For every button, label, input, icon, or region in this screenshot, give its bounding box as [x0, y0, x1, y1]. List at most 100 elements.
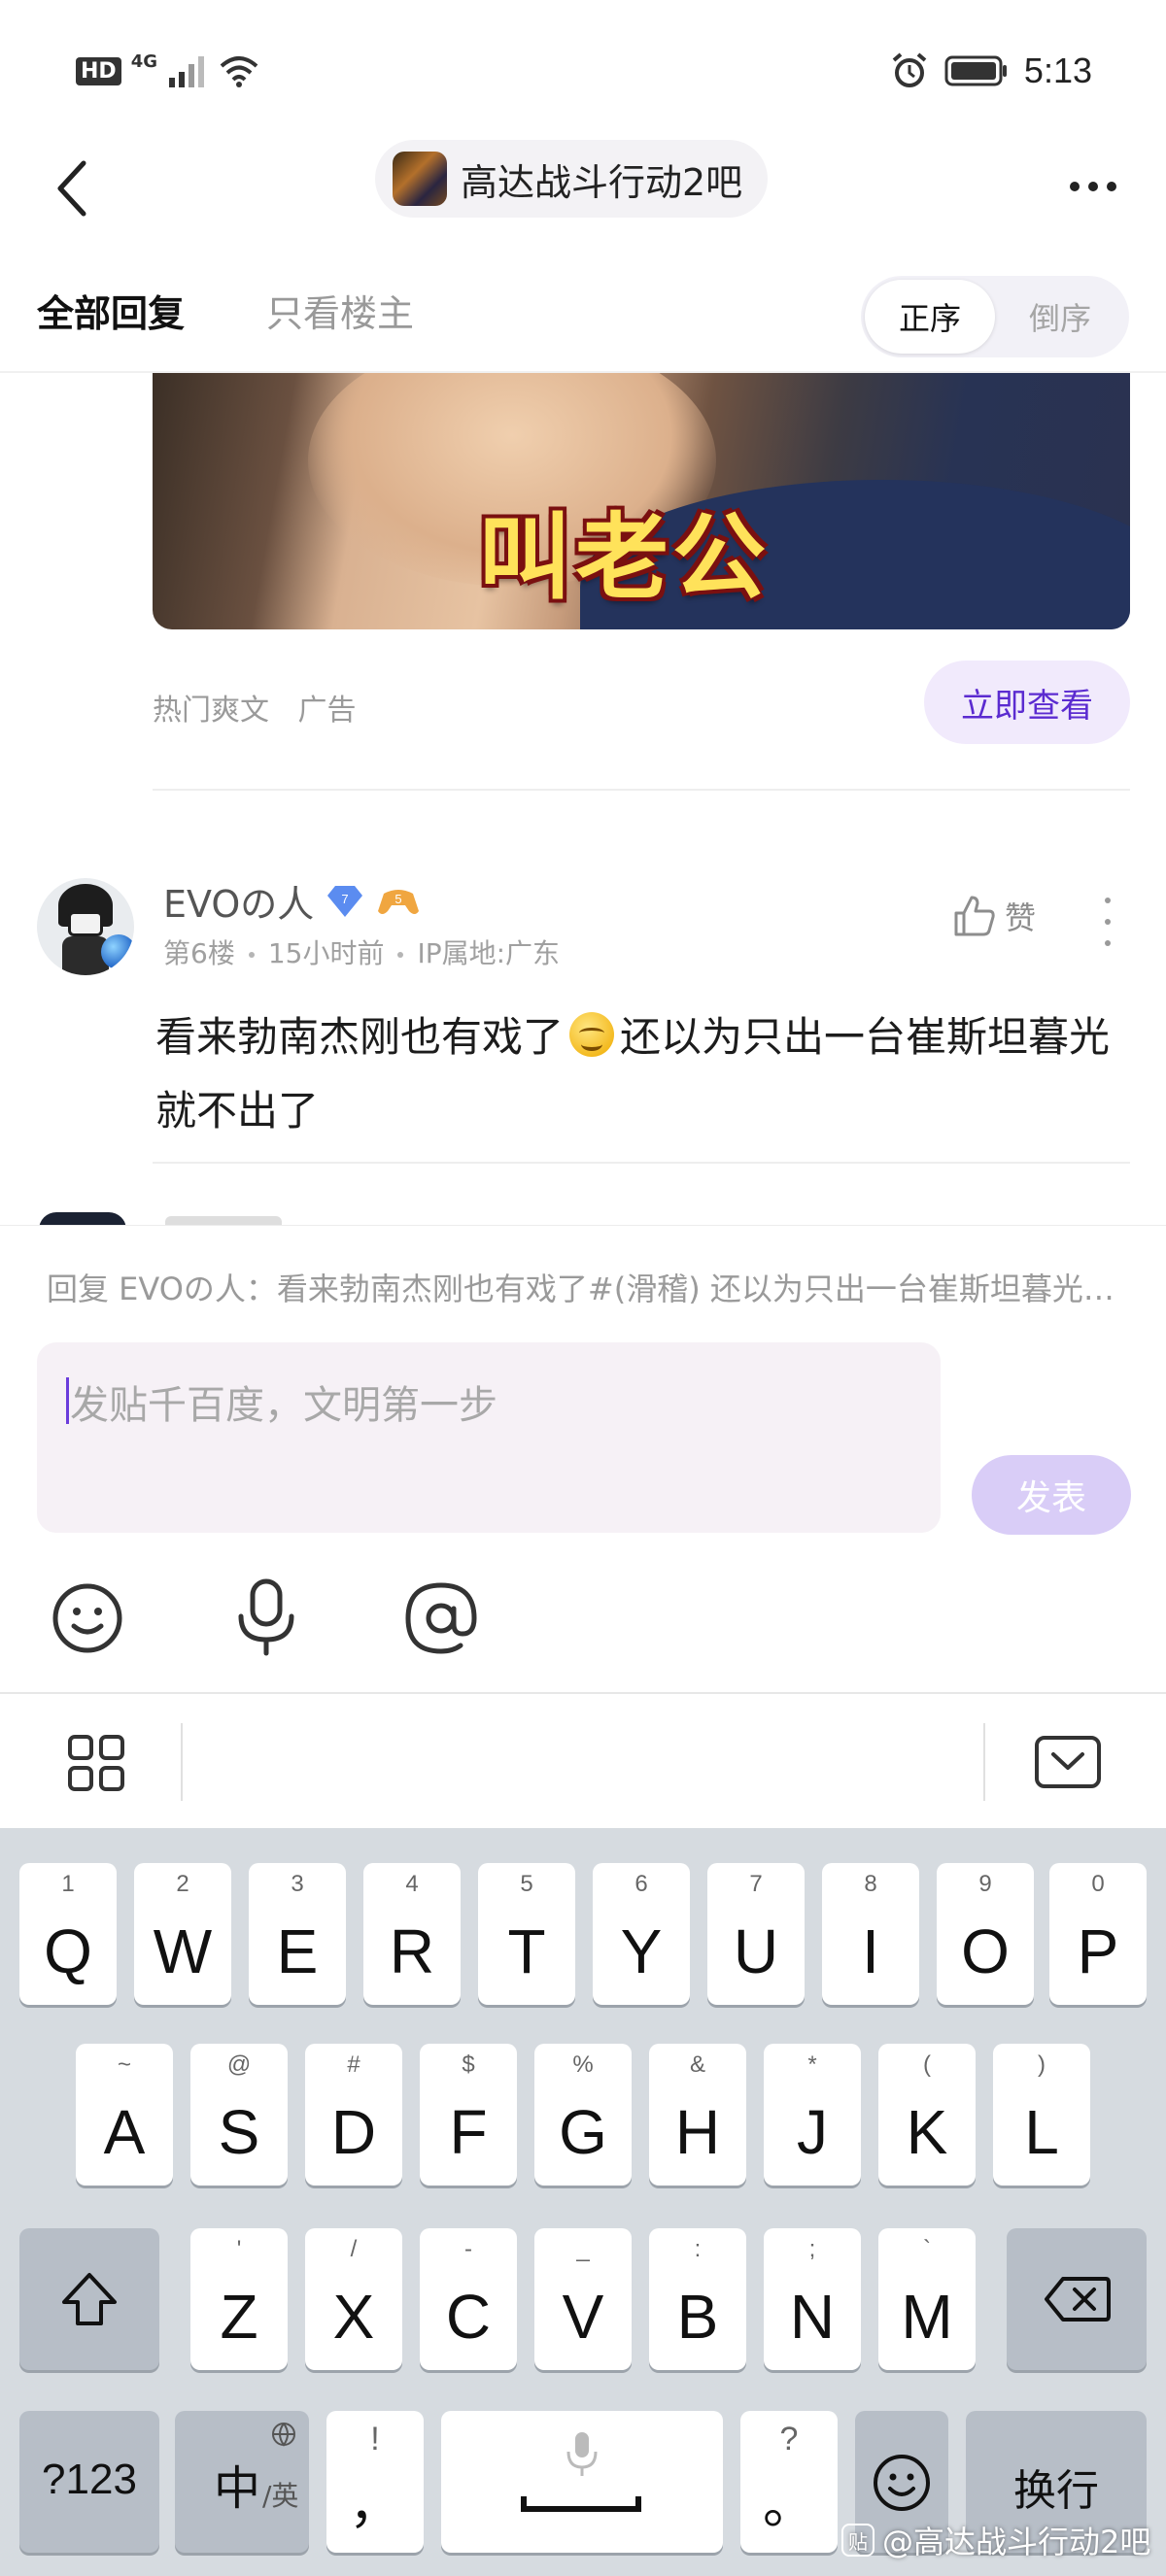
- key-u[interactable]: 7U: [707, 1863, 805, 2005]
- watermark: 贴 @高达战斗行动2吧: [841, 2518, 1150, 2562]
- watermark-text: @高达战斗行动2吧: [882, 2524, 1151, 2560]
- like-button[interactable]: 赞: [952, 894, 1036, 938]
- key-k[interactable]: (K: [878, 2044, 976, 2186]
- keyboard-hide-icon: [1035, 1736, 1101, 1788]
- key-y[interactable]: 6Y: [593, 1863, 690, 2005]
- key-label: M: [901, 2282, 953, 2352]
- hide-keyboard-button[interactable]: [1034, 1735, 1102, 1793]
- sort-ascending-button[interactable]: 正序: [865, 280, 995, 354]
- key-label: N: [789, 2282, 836, 2352]
- separator-dot: [397, 952, 404, 958]
- key-hint: 1: [61, 1871, 75, 1897]
- key-hint: @: [226, 2051, 252, 2078]
- key-a[interactable]: ~ A: [76, 2044, 173, 2186]
- key-i[interactable]: 8I: [822, 1863, 919, 2005]
- key-label: B: [676, 2282, 719, 2352]
- forum-avatar: [393, 152, 447, 206]
- key-o[interactable]: 9O: [937, 1863, 1034, 2005]
- language-switch-key[interactable]: 中 /英: [175, 2411, 309, 2553]
- ad-view-now-button[interactable]: 立即查看: [924, 661, 1130, 744]
- key-e[interactable]: 3E: [249, 1863, 346, 2005]
- key-s[interactable]: @ S: [190, 2044, 288, 2186]
- key-f[interactable]: $ F: [420, 2044, 517, 2186]
- more-dot: [1105, 940, 1111, 946]
- sort-descending-button[interactable]: 倒序: [995, 280, 1125, 354]
- avatar-globe: [101, 934, 134, 969]
- key-label: G: [559, 2097, 607, 2167]
- space-key[interactable]: [441, 2411, 723, 2553]
- key-hint: `: [923, 2236, 931, 2262]
- reply-more-button[interactable]: [1098, 898, 1117, 946]
- top-nav-bar: 高达战斗行动2吧: [0, 136, 1166, 243]
- space-bar-glyph: [521, 2496, 641, 2512]
- reply-input[interactable]: 发贴千百度，文明第一步: [37, 1342, 941, 1533]
- key-l[interactable]: ) L: [993, 2044, 1090, 2186]
- language-key-main: 中: [214, 2461, 261, 2516]
- send-button[interactable]: 发表: [972, 1455, 1131, 1535]
- key-x[interactable]: / X: [305, 2228, 402, 2370]
- status-left: HD 4G: [76, 51, 260, 87]
- key-label: K: [906, 2097, 948, 2167]
- key-hint: ': [236, 2236, 242, 2262]
- period-key[interactable]: ? 。: [740, 2411, 838, 2553]
- network-type: 4G: [130, 51, 157, 72]
- key-label: V: [562, 2282, 604, 2352]
- tab-all-replies[interactable]: 全部回复: [37, 284, 185, 337]
- key-label: S: [218, 2097, 260, 2167]
- reply-author: EVOの人 7 5: [163, 874, 421, 928]
- key-d[interactable]: # D: [305, 2044, 402, 2186]
- thumbs-up-icon: [954, 896, 995, 936]
- tab-op-only[interactable]: 只看楼主: [266, 284, 414, 337]
- key-label: U: [733, 1916, 779, 1986]
- key-v[interactable]: _ V: [534, 2228, 632, 2370]
- key-c[interactable]: -C: [420, 2228, 517, 2370]
- key-g[interactable]: % G: [534, 2044, 632, 2186]
- forum-link[interactable]: 高达战斗行动2吧: [375, 140, 769, 218]
- more-options-button[interactable]: [1059, 157, 1127, 216]
- username[interactable]: EVOの人: [163, 874, 314, 928]
- shift-key[interactable]: [19, 2228, 159, 2370]
- key-w[interactable]: 2W: [134, 1863, 231, 2005]
- key-hint: 2: [176, 1871, 189, 1897]
- key-hint: $: [462, 2051, 475, 2078]
- key-j[interactable]: * J: [764, 2044, 861, 2186]
- emoji-button[interactable]: [51, 1581, 124, 1659]
- key-h[interactable]: & H: [649, 2044, 746, 2186]
- key-n[interactable]: ; N: [764, 2228, 861, 2370]
- comma-key[interactable]: ! ，: [326, 2411, 424, 2553]
- key-label: O: [961, 1916, 1010, 1986]
- soft-keyboard: 1Q 2W 3E 4R 5T 6Y 7U 8I 9O 0P ~ A @ S # D $…: [0, 1828, 1166, 2576]
- mention-button[interactable]: [402, 1579, 480, 1661]
- key-label: R: [389, 1916, 435, 1986]
- sort-toggle: 正序 倒序: [861, 276, 1129, 357]
- key-hint: ?: [779, 2421, 799, 2457]
- key-b[interactable]: :B: [649, 2228, 746, 2370]
- avatar[interactable]: [37, 878, 134, 975]
- key-z[interactable]: ' Z: [190, 2228, 288, 2370]
- ad-image[interactable]: 叫老公: [153, 373, 1130, 629]
- clock: 5:13: [1023, 51, 1092, 90]
- smiley-icon: [874, 2455, 930, 2511]
- voice-button[interactable]: [229, 1577, 303, 1661]
- key-q[interactable]: 1Q: [19, 1863, 117, 2005]
- microphone-icon: [566, 2432, 598, 2476]
- backspace-key[interactable]: [1007, 2228, 1147, 2370]
- reply-composer: 回复 EVOの人：看来勃南杰刚也有戏了#(滑稽) 还以为只出一台崔斯坦暮光就不出…: [0, 1226, 1166, 1692]
- key-p[interactable]: 0P: [1049, 1863, 1147, 2005]
- text-cursor: [66, 1377, 69, 1424]
- key-label: F: [449, 2097, 488, 2167]
- reply-filter-bar: 全部回复 只看楼主 正序 倒序: [0, 272, 1166, 369]
- ip-location: IP属地:广东: [417, 937, 561, 969]
- key-hint: 9: [978, 1871, 992, 1897]
- divider: [153, 789, 1130, 791]
- key-label: E: [276, 1916, 319, 1986]
- reply-time: 15小时前: [267, 937, 385, 969]
- back-button[interactable]: [43, 150, 101, 227]
- keyboard-apps-button[interactable]: [66, 1733, 126, 1797]
- key-t[interactable]: 5T: [478, 1863, 575, 2005]
- key-hint: 0: [1091, 1871, 1105, 1897]
- key-m[interactable]: ` M: [878, 2228, 976, 2370]
- key-hint: 3: [291, 1871, 304, 1897]
- key-r[interactable]: 4R: [363, 1863, 461, 2005]
- symbols-key[interactable]: ?123: [19, 2411, 159, 2553]
